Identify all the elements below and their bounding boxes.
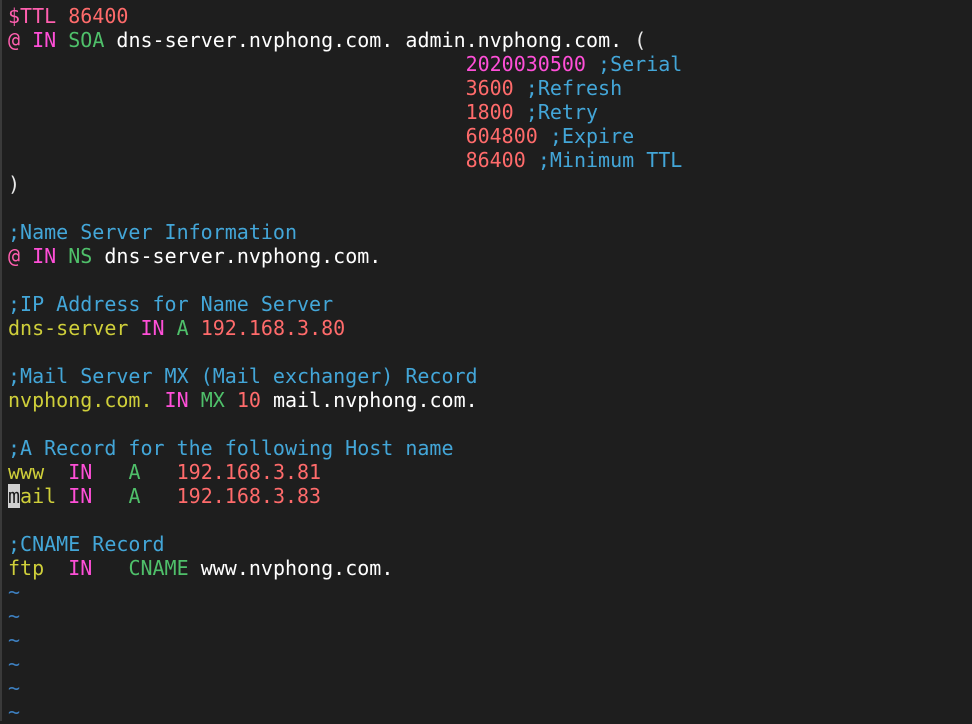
mx-priority: 10 (236, 388, 261, 412)
cname-comment: ;CNAME Record (8, 532, 165, 556)
code-line-close: ) (8, 172, 972, 196)
soa-serial-comment: ;Serial (598, 52, 683, 76)
ns-class: IN (32, 244, 57, 268)
soa-expire-value: 604800 (465, 124, 538, 148)
a-www-address: 192.168.3.81 (176, 460, 322, 484)
cname-host: ftp (8, 556, 45, 580)
ip-comment: ;IP Address for Name Server (8, 292, 334, 316)
close-paren: ) (8, 172, 21, 196)
record-type: SOA (68, 28, 105, 52)
cname-comment-line: ;CNAME Record (8, 532, 972, 556)
code-line-ttl: $TTL 86400 (8, 4, 972, 28)
terminal-editor[interactable]: $TTL 86400 @ IN SOA dns-server.nvphong.c… (0, 0, 972, 724)
soa-retry-comment: ;Retry (525, 100, 599, 124)
soa-retry-value: 1800 (465, 100, 514, 124)
empty-line-marker: ~ (8, 580, 21, 604)
ip-type: A (176, 316, 189, 340)
a-comment: ;A Record for the following Host name (8, 436, 454, 460)
cname-record-line: ftp IN CNAME www.nvphong.com. (8, 556, 972, 580)
soa-expire-comment: ;Expire (549, 124, 635, 148)
cname-class: IN (68, 556, 93, 580)
mx-comment: ;Mail Server MX (Mail exchanger) Record (8, 364, 478, 388)
soa-admin-email: admin.nvphong.com. (405, 28, 623, 52)
soa-refresh-line: 3600 ;Refresh (8, 76, 972, 100)
mx-type: MX (200, 388, 225, 412)
a-mail-class: IN (68, 484, 93, 508)
ttl-directive: $TTL (8, 4, 57, 28)
mx-target: mail.nvphong.com. (272, 388, 478, 412)
soa-primary-ns: dns-server.nvphong.com. (116, 28, 394, 52)
code-line-soa: @ IN SOA dns-server.nvphong.com. admin.n… (8, 28, 972, 52)
text-cursor: m (8, 484, 21, 508)
mx-class: IN (164, 388, 189, 412)
empty-line-marker: ~ (8, 700, 21, 724)
soa-serial-value: 2020030500 (465, 52, 586, 76)
mx-record-line: nvphong.com. IN MX 10 mail.nvphong.com. (8, 388, 972, 412)
ip-comment-line: ;IP Address for Name Server (8, 292, 972, 316)
origin-symbol: @ (8, 28, 21, 52)
empty-line-marker: ~ (8, 676, 21, 700)
soa-expire-line: 604800 ;Expire (8, 124, 972, 148)
cname-type: CNAME (128, 556, 189, 580)
a-mail-type: A (128, 484, 141, 508)
empty-line-marker: ~ (8, 628, 21, 652)
soa-refresh-value: 3600 (465, 76, 514, 100)
ip-class: IN (140, 316, 165, 340)
a-www-type: A (128, 460, 141, 484)
open-paren: ( (634, 28, 647, 52)
ns-comment-line: ;Name Server Information (8, 220, 972, 244)
ns-origin: @ (8, 244, 21, 268)
a-www-host: www (8, 460, 45, 484)
mx-comment-line: ;Mail Server MX (Mail exchanger) Record (8, 364, 972, 388)
soa-serial-line: 2020030500 ;Serial (8, 52, 972, 76)
ip-address: 192.168.3.80 (200, 316, 346, 340)
soa-minttl-value: 86400 (465, 148, 526, 172)
mx-host: nvphong.com. (8, 388, 153, 412)
a-comment-line: ;A Record for the following Host name (8, 436, 972, 460)
ip-record-line: dns-server IN A 192.168.3.80 (8, 316, 972, 340)
a-www-class: IN (68, 460, 93, 484)
ip-host: dns-server (8, 316, 129, 340)
soa-retry-line: 1800 ;Retry (8, 100, 972, 124)
soa-refresh-comment: ;Refresh (525, 76, 623, 100)
a-mail-host: ail (20, 484, 57, 508)
a-record-mail-line: mail IN A 192.168.3.83 (8, 484, 972, 508)
empty-line-marker: ~ (8, 604, 21, 628)
empty-line-marker: ~ (8, 652, 21, 676)
record-class: IN (32, 28, 57, 52)
soa-minttl-comment: ;Minimum TTL (537, 148, 683, 172)
ns-comment: ;Name Server Information (8, 220, 297, 244)
a-record-www-line: www IN A 192.168.3.81 (8, 460, 972, 484)
ns-record-line: @ IN NS dns-server.nvphong.com. (8, 244, 972, 268)
a-mail-address: 192.168.3.83 (176, 484, 322, 508)
ttl-value: 86400 (68, 4, 129, 28)
soa-minttl-line: 86400 ;Minimum TTL (8, 148, 972, 172)
ns-target: dns-server.nvphong.com. (104, 244, 382, 268)
ns-type: NS (68, 244, 93, 268)
cname-target: www.nvphong.com. (200, 556, 394, 580)
